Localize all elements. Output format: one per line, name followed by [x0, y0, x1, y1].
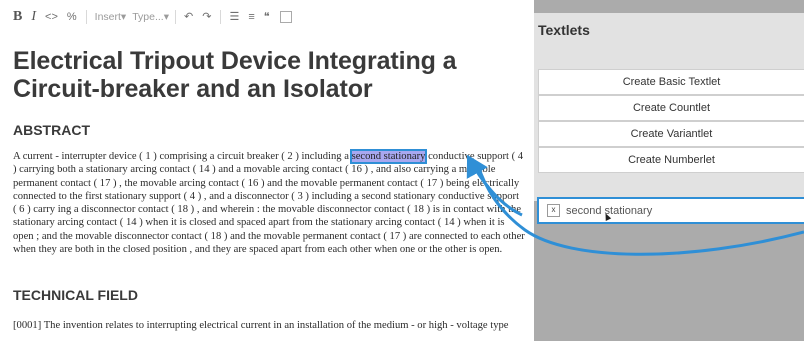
toolbar-divider [175, 9, 176, 24]
abstract-text-before: A current - interrupter device ( 1 ) com… [13, 151, 352, 162]
editor-toolbar: B I <> % Insert▾ Type...▾ ↶ ↷ ☰ ≡ ❝ [0, 0, 534, 33]
remove-textlet-button[interactable]: x [547, 204, 560, 217]
code-button[interactable]: <> [45, 6, 58, 28]
italic-button[interactable]: I [31, 6, 36, 28]
abstract-heading: ABSTRACT [13, 122, 90, 138]
abstract-text-after: conductive support ( 4 ) carrying both a… [13, 151, 525, 256]
redo-icon[interactable]: ↷ [202, 6, 211, 28]
editor-pane: B I <> % Insert▾ Type...▾ ↶ ↷ ☰ ≡ ❝ Elec… [0, 0, 534, 341]
chevron-down-icon: ▾ [120, 10, 127, 23]
textlet-item[interactable]: x second stationary [537, 197, 804, 224]
link-button[interactable]: % [67, 6, 77, 28]
create-numberlet-button[interactable]: Create Numberlet [538, 147, 804, 173]
technical-field-heading: TECHNICAL FIELD [13, 287, 138, 303]
selected-text-highlight[interactable]: second stationary [349, 149, 428, 164]
textlets-panel: Textlets Create Basic Textlet Create Cou… [534, 0, 804, 341]
create-variantlet-button[interactable]: Create Variantlet [538, 121, 804, 147]
chevron-down-icon: ▾ [163, 10, 169, 23]
undo-icon[interactable]: ↶ [184, 6, 193, 28]
type-dropdown-label: Type... [132, 10, 164, 23]
bold-button[interactable]: B [13, 6, 22, 28]
checkbox-icon[interactable] [279, 10, 292, 23]
document-title: Electrical Tripout Device Integrating a … [13, 47, 457, 103]
numbered-list-icon[interactable]: ≡ [248, 6, 254, 28]
create-countlet-button[interactable]: Create Countlet [538, 95, 804, 121]
toolbar-divider [220, 9, 222, 24]
document-body[interactable]: Electrical Tripout Device Integrating a … [13, 37, 525, 331]
quote-icon[interactable]: ❝ [264, 6, 270, 28]
create-basic-textlet-button[interactable]: Create Basic Textlet [538, 69, 804, 95]
textlets-title: Textlets [538, 22, 590, 38]
bullet-list-icon[interactable]: ☰ [229, 6, 239, 28]
abstract-paragraph: A current - interrupter device ( 1 ) com… [13, 149, 525, 256]
insert-dropdown[interactable]: Insert▾ [95, 11, 127, 23]
toolbar-divider [85, 9, 87, 24]
insert-dropdown-label: Insert [94, 10, 121, 23]
type-dropdown[interactable]: Type...▾ [132, 11, 169, 23]
technical-field-paragraph: [0001] The invention relates to interrup… [13, 320, 509, 331]
